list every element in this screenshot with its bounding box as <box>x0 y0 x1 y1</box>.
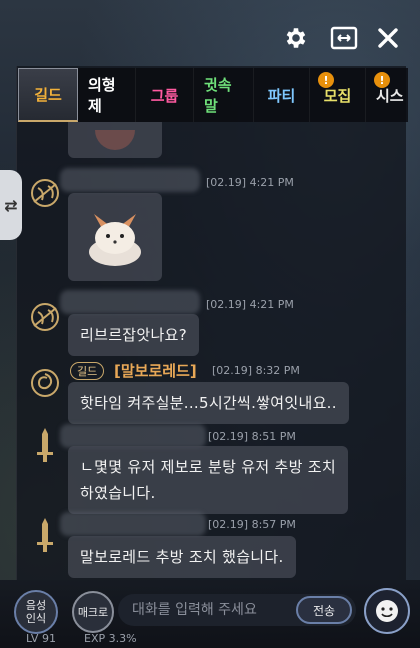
sender-name-redacted <box>60 168 200 192</box>
sender-name-redacted <box>60 512 206 536</box>
tab-label: 귓속말 <box>204 76 232 115</box>
avatar-sword-icon <box>28 428 62 462</box>
message-time: [02.19] 8:51 PM <box>208 430 296 443</box>
tab-group[interactable]: 그룹 <box>136 68 194 122</box>
sender-name-redacted <box>60 290 200 314</box>
message-bubble: 핫타임 켜주실분...5시간씩.쌓여잇내요.. <box>68 382 349 424</box>
sender-name-redacted <box>60 424 206 448</box>
sender-name[interactable]: [말보로레드] <box>114 360 197 381</box>
message-time: [02.19] 8:57 PM <box>208 518 296 531</box>
exp-indicator: EXP 3.3% <box>84 632 137 645</box>
sticker-bubble-partial <box>68 122 162 158</box>
level-indicator: LV 91 <box>26 632 56 645</box>
tab-label: 그룹 <box>150 86 179 105</box>
tab-label: 파티 <box>267 86 296 105</box>
chat-tabs: 길드 의형제 그룹 귓속말 파티 ! 모집 ! 시스 <box>18 68 408 122</box>
panel-toggle-handle[interactable]: ⇄ <box>0 170 22 240</box>
sticker-bubble <box>68 193 162 281</box>
message-time: [02.19] 8:32 PM <box>212 364 300 377</box>
fox-sticker-image <box>89 214 141 266</box>
avatar-emblem-icon <box>28 176 62 210</box>
close-button[interactable] <box>372 22 404 54</box>
alert-badge-icon: ! <box>374 72 390 88</box>
resize-button[interactable] <box>328 22 360 54</box>
guild-tag-badge: 길드 <box>70 362 105 380</box>
tab-guild[interactable]: 길드 <box>18 68 78 122</box>
alert-badge-icon: ! <box>318 72 334 88</box>
tab-label: 길드 <box>34 86 62 104</box>
avatar-rose-emblem-icon <box>28 366 62 400</box>
emoji-icon <box>376 600 398 622</box>
tab-label: 의형제 <box>88 76 116 115</box>
message-time: [02.19] 4:21 PM <box>206 298 294 311</box>
sticker-image <box>95 130 135 150</box>
tab-whisper[interactable]: 귓속말 <box>194 68 254 122</box>
avatar-emblem-icon <box>28 300 62 334</box>
gear-icon <box>286 28 306 48</box>
message-bubble: ㄴ몇몇 유저 제보로 분탕 유저 추방 조치 하였습니다. <box>68 446 349 514</box>
avatar-sword-icon <box>28 518 62 552</box>
tab-system[interactable]: ! 시스 <box>366 68 408 122</box>
message-bubble: 리브르잡앗나요? <box>68 314 199 356</box>
swap-arrows-icon: ⇄ <box>4 195 18 215</box>
emoji-button[interactable] <box>364 588 410 634</box>
voice-recognition-button[interactable]: 음성 인식 <box>14 590 58 634</box>
resize-icon <box>330 26 358 50</box>
tab-brotherhood[interactable]: 의형제 <box>78 68 136 122</box>
message-time: [02.19] 4:21 PM <box>206 176 294 189</box>
settings-button[interactable] <box>280 22 312 54</box>
close-icon <box>378 28 398 48</box>
message-bubble: 말보로레드 추방 조치 했습니다. <box>68 536 296 578</box>
tab-party[interactable]: 파티 <box>254 68 310 122</box>
macro-button[interactable]: 매크로 <box>72 591 114 633</box>
send-button[interactable]: 전송 <box>296 596 352 624</box>
tab-recruit[interactable]: ! 모집 <box>310 68 366 122</box>
